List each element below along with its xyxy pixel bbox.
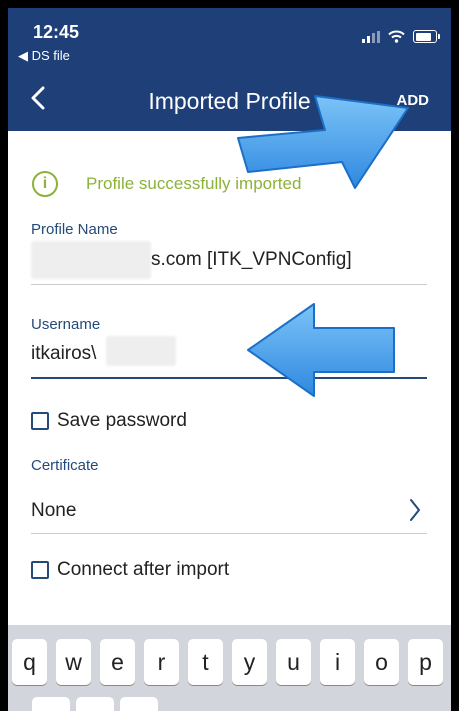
key-o[interactable]: o bbox=[364, 639, 399, 685]
certificate-label: Certificate bbox=[31, 457, 99, 474]
info-circle-icon: i bbox=[32, 171, 58, 197]
profile-name-underline bbox=[31, 284, 427, 285]
battery-icon bbox=[413, 30, 440, 43]
certificate-underline bbox=[31, 533, 427, 534]
save-password-label: Save password bbox=[57, 410, 187, 431]
profile-name-value[interactable]: s.com [ITK_VPNConfig] bbox=[151, 249, 352, 271]
save-password-row[interactable]: Save password bbox=[31, 410, 187, 432]
keyboard: q w e r t y u i o p bbox=[8, 625, 451, 711]
status-time: 12:45 bbox=[33, 22, 80, 42]
key-w[interactable]: w bbox=[56, 639, 91, 685]
connect-after-import-label: Connect after import bbox=[57, 559, 230, 580]
key-p[interactable]: p bbox=[408, 639, 443, 685]
status-icons bbox=[362, 30, 440, 43]
profile-name-label: Profile Name bbox=[31, 221, 118, 238]
redacted-profile-name bbox=[31, 241, 151, 279]
username-input[interactable]: itkairos\ bbox=[31, 343, 96, 365]
key-i[interactable]: i bbox=[320, 639, 355, 685]
key-e[interactable]: e bbox=[100, 639, 135, 685]
username-label: Username bbox=[31, 316, 101, 333]
cellular-signal-icon bbox=[362, 30, 380, 43]
annotation-arrow-icon bbox=[247, 303, 395, 397]
wifi-icon bbox=[388, 30, 405, 43]
certificate-value[interactable]: None bbox=[31, 500, 76, 522]
key-u[interactable]: u bbox=[276, 639, 311, 685]
annotation-arrow-icon bbox=[237, 95, 409, 189]
connect-after-import-row[interactable]: Connect after import bbox=[31, 559, 229, 581]
key-row2-a[interactable] bbox=[32, 697, 70, 711]
key-row2-d[interactable] bbox=[120, 697, 158, 711]
key-q[interactable]: q bbox=[12, 639, 47, 685]
chevron-right-icon[interactable] bbox=[408, 498, 422, 522]
app-screen: 12:45 ◀ DS file Imported Profile ADD i P… bbox=[8, 8, 451, 711]
key-t[interactable]: t bbox=[188, 639, 223, 685]
key-row2-s[interactable] bbox=[76, 697, 114, 711]
key-y[interactable]: y bbox=[232, 639, 267, 685]
back-to-app-link[interactable]: ◀ DS file bbox=[18, 48, 70, 64]
key-r[interactable]: r bbox=[144, 639, 179, 685]
redacted-username bbox=[106, 336, 176, 366]
connect-after-import-checkbox[interactable] bbox=[31, 561, 49, 579]
save-password-checkbox[interactable] bbox=[31, 412, 49, 430]
